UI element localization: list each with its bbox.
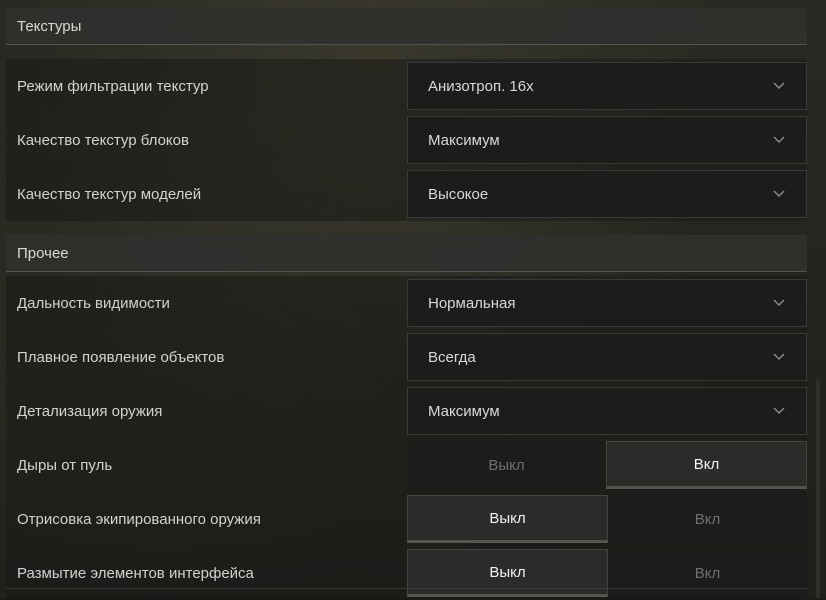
setting-label: Отрисовка экипированного оружия	[17, 510, 261, 528]
setting-row-bullet-holes: Дыры от пуль Выкл Вкл	[6, 438, 807, 492]
chevron-down-icon	[772, 133, 786, 147]
chevron-down-icon	[772, 296, 786, 310]
chevron-down-icon	[772, 404, 786, 418]
dropdown-value: Анизотроп. 16x	[428, 77, 534, 95]
setting-label: Качество текстур блоков	[17, 131, 189, 149]
setting-row-weapon-detail: Детализация оружия Максимум	[6, 384, 807, 438]
divider	[6, 588, 807, 589]
setting-row-model-texture-quality: Качество текстур моделей Высокое	[6, 167, 807, 221]
weapon-detail-dropdown[interactable]: Максимум	[407, 387, 807, 435]
chevron-down-icon	[772, 350, 786, 364]
setting-label: Детализация оружия	[17, 402, 163, 420]
dropdown-value: Высокое	[428, 185, 489, 203]
dropdown-value: Нормальная	[428, 294, 516, 312]
interface-blur-toggle: Выкл Вкл	[407, 549, 807, 597]
settings-panel: Текстуры Режим фильтрации текстур Анизот…	[6, 8, 807, 600]
block-texture-quality-dropdown[interactable]: Максимум	[407, 116, 807, 164]
toggle-on-button[interactable]: Вкл	[608, 495, 807, 543]
bullet-holes-toggle: Выкл Вкл	[407, 441, 807, 489]
object-fade-in-dropdown[interactable]: Всегда	[407, 333, 807, 381]
setting-label: Размытие элементов интерфейса	[17, 564, 254, 582]
section-header-textures: Текстуры	[6, 8, 807, 45]
section-title: Прочее	[17, 244, 69, 262]
setting-row-object-fade-in: Плавное появление объектов Всегда	[6, 330, 807, 384]
view-distance-dropdown[interactable]: Нормальная	[407, 279, 807, 327]
section-title: Текстуры	[17, 17, 82, 35]
chevron-down-icon	[772, 187, 786, 201]
dropdown-value: Максимум	[428, 131, 500, 149]
equipped-weapon-render-toggle: Выкл Вкл	[407, 495, 807, 543]
setting-label: Плавное появление объектов	[17, 348, 225, 366]
model-texture-quality-dropdown[interactable]: Высокое	[407, 170, 807, 218]
setting-row-view-distance: Дальность видимости Нормальная	[6, 276, 807, 330]
scrollbar[interactable]	[816, 380, 820, 598]
setting-label: Качество текстур моделей	[17, 185, 202, 203]
dropdown-value: Максимум	[428, 402, 500, 420]
setting-label: Дыры от пуль	[17, 456, 113, 474]
toggle-on-button[interactable]: Вкл	[606, 441, 807, 489]
setting-row-equipped-weapon-render: Отрисовка экипированного оружия Выкл Вкл	[6, 492, 807, 546]
setting-label: Дальность видимости	[17, 294, 170, 312]
setting-label: Режим фильтрации текстур	[17, 77, 209, 95]
setting-row-texture-filtering: Режим фильтрации текстур Анизотроп. 16x	[6, 59, 807, 113]
setting-row-interface-blur: Размытие элементов интерфейса Выкл Вкл	[6, 546, 807, 600]
chevron-down-icon	[772, 79, 786, 93]
dropdown-value: Всегда	[428, 348, 476, 366]
setting-row-block-texture-quality: Качество текстур блоков Максимум	[6, 113, 807, 167]
toggle-off-button[interactable]: Выкл	[407, 495, 608, 543]
toggle-off-button[interactable]: Выкл	[407, 549, 608, 597]
toggle-off-button[interactable]: Выкл	[407, 441, 606, 489]
texture-filtering-dropdown[interactable]: Анизотроп. 16x	[407, 62, 807, 110]
section-header-other: Прочее	[6, 235, 807, 272]
toggle-on-button[interactable]: Вкл	[608, 549, 807, 597]
